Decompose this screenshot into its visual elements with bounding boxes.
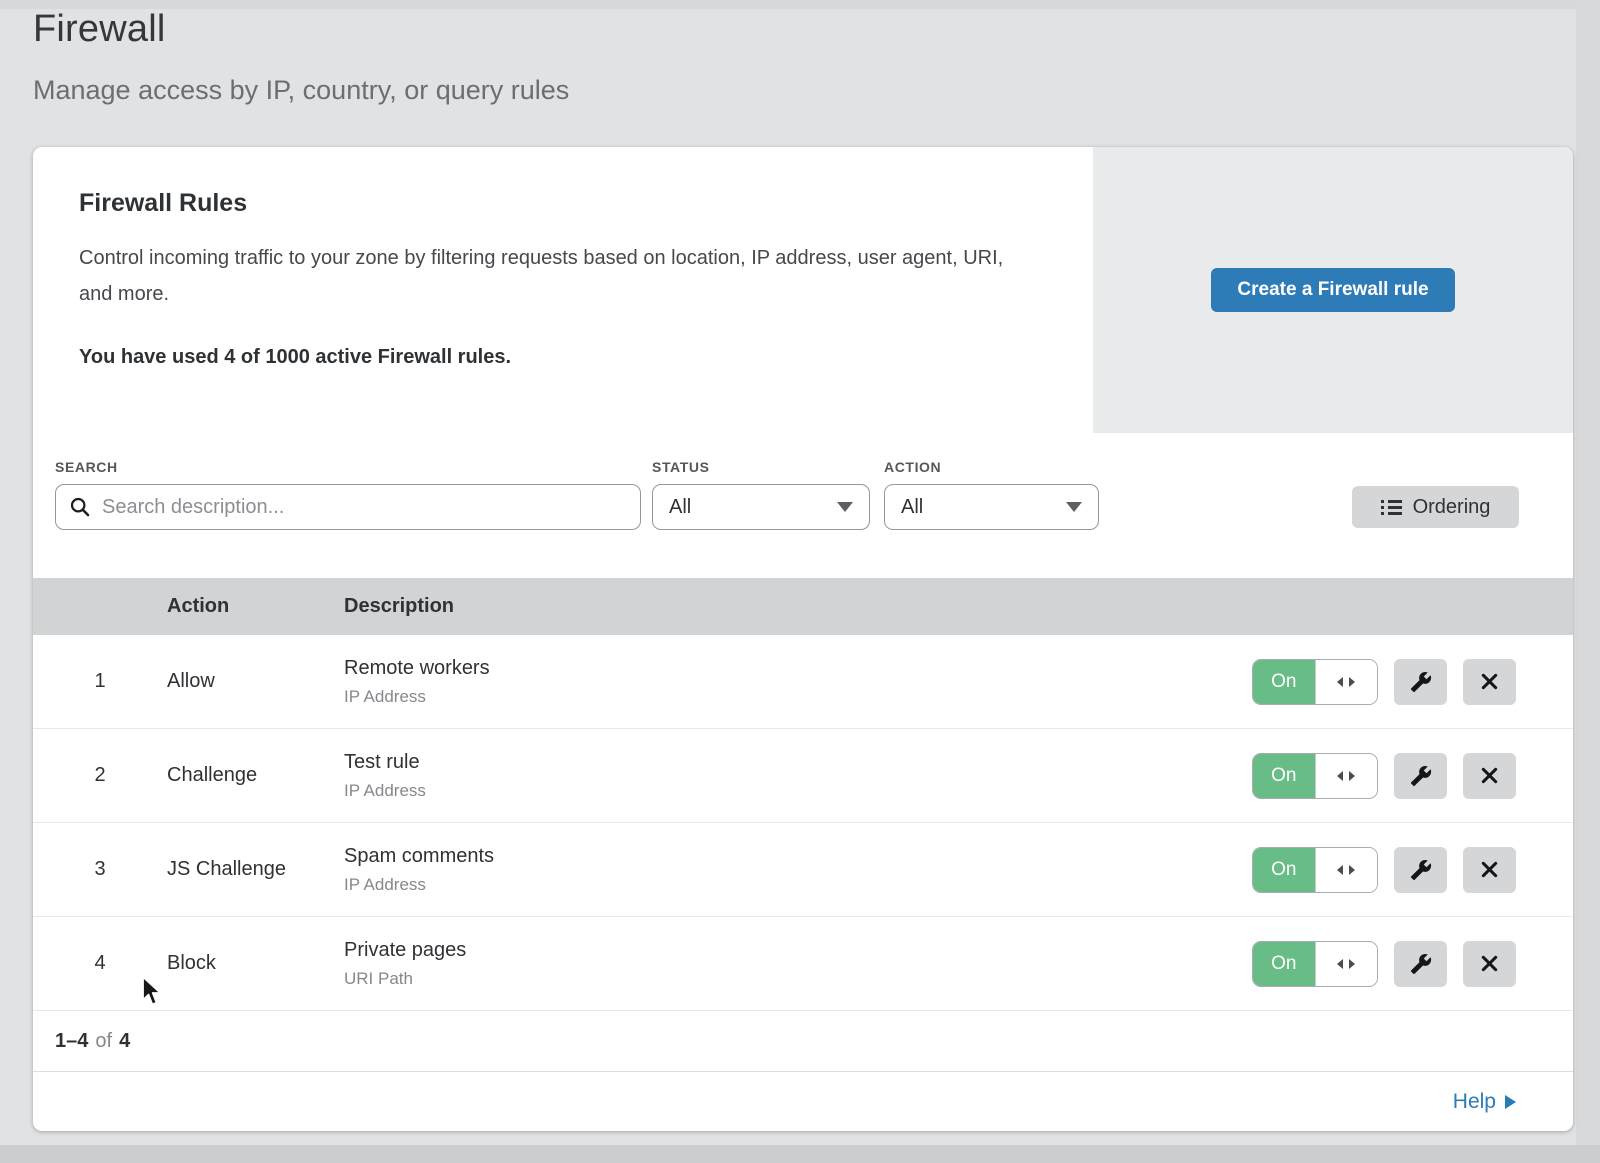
wrench-icon bbox=[1410, 953, 1432, 975]
ordering-button[interactable]: Ordering bbox=[1352, 486, 1519, 528]
toggle-on-label: On bbox=[1253, 848, 1315, 892]
rule-controls: On bbox=[1252, 659, 1516, 705]
rule-enabled-toggle[interactable]: On bbox=[1252, 659, 1378, 705]
search-icon bbox=[70, 497, 90, 517]
rule-action: Challenge bbox=[167, 764, 344, 787]
edit-rule-button[interactable] bbox=[1394, 847, 1447, 893]
edit-rule-button[interactable] bbox=[1394, 753, 1447, 799]
toggle-handle[interactable] bbox=[1315, 754, 1378, 798]
delete-rule-button[interactable] bbox=[1463, 847, 1516, 893]
rule-controls: On bbox=[1252, 847, 1516, 893]
toggle-handle[interactable] bbox=[1315, 942, 1378, 986]
left-right-arrows-icon bbox=[1336, 676, 1356, 688]
left-right-arrows-icon bbox=[1336, 770, 1356, 782]
delete-rule-button[interactable] bbox=[1463, 753, 1516, 799]
edit-rule-button[interactable] bbox=[1394, 941, 1447, 987]
chevron-down-icon bbox=[837, 502, 853, 512]
pagination-range: 1–4 bbox=[55, 1030, 88, 1053]
rule-enabled-toggle[interactable]: On bbox=[1252, 847, 1378, 893]
search-input[interactable] bbox=[100, 495, 626, 520]
toggle-on-label: On bbox=[1253, 754, 1315, 798]
ordering-button-label: Ordering bbox=[1413, 496, 1491, 519]
window-bottom-edge bbox=[0, 1145, 1600, 1163]
search-field[interactable] bbox=[55, 484, 641, 530]
overview-section: Firewall Rules Control incoming traffic … bbox=[33, 147, 1573, 433]
action-select-value: All bbox=[901, 496, 923, 519]
delete-rule-button[interactable] bbox=[1463, 941, 1516, 987]
page-title: Firewall bbox=[33, 8, 569, 51]
page-header: Firewall Manage access by IP, country, o… bbox=[33, 8, 569, 106]
overview-action-panel: Create a Firewall rule bbox=[1093, 147, 1573, 433]
rule-enabled-toggle[interactable]: On bbox=[1252, 941, 1378, 987]
pagination-of-text: of bbox=[95, 1030, 112, 1053]
filter-bar: SEARCH STATUS All ACTION All Ordering bbox=[33, 433, 1573, 578]
rule-enabled-toggle[interactable]: On bbox=[1252, 753, 1378, 799]
toggle-handle[interactable] bbox=[1315, 660, 1378, 704]
table-row: 4 Block Private pages URI Path On bbox=[33, 917, 1573, 1011]
action-label: ACTION bbox=[884, 459, 941, 475]
delete-rule-button[interactable] bbox=[1463, 659, 1516, 705]
action-select[interactable]: All bbox=[884, 484, 1099, 530]
edit-rule-button[interactable] bbox=[1394, 659, 1447, 705]
chevron-down-icon bbox=[1066, 502, 1082, 512]
section-heading: Firewall Rules bbox=[79, 189, 1053, 218]
rule-action: Allow bbox=[167, 670, 344, 693]
close-icon bbox=[1480, 860, 1499, 879]
status-label: STATUS bbox=[652, 459, 710, 475]
help-row: Help bbox=[33, 1072, 1573, 1131]
rule-controls: On bbox=[1252, 941, 1516, 987]
help-link[interactable]: Help bbox=[1453, 1090, 1516, 1114]
action-column-header: Action bbox=[167, 595, 344, 618]
table-row: 3 JS Challenge Spam comments IP Address … bbox=[33, 823, 1573, 917]
table-header: Action Description bbox=[33, 578, 1573, 635]
toggle-on-label: On bbox=[1253, 942, 1315, 986]
pagination-total: 4 bbox=[119, 1030, 130, 1053]
create-firewall-rule-button[interactable]: Create a Firewall rule bbox=[1211, 268, 1454, 312]
rule-priority: 3 bbox=[33, 858, 167, 881]
page-subtitle: Manage access by IP, country, or query r… bbox=[33, 75, 569, 106]
status-select-value: All bbox=[669, 496, 691, 519]
ordered-list-icon bbox=[1381, 499, 1402, 516]
toggle-handle[interactable] bbox=[1315, 848, 1378, 892]
table-row: 1 Allow Remote workers IP Address On bbox=[33, 635, 1573, 729]
firewall-rules-card: Firewall Rules Control incoming traffic … bbox=[33, 147, 1573, 1131]
help-link-label: Help bbox=[1453, 1090, 1496, 1114]
rule-priority: 1 bbox=[33, 670, 167, 693]
overview-text-panel: Firewall Rules Control incoming traffic … bbox=[33, 147, 1093, 433]
left-right-arrows-icon bbox=[1336, 958, 1356, 970]
close-icon bbox=[1480, 954, 1499, 973]
pagination-summary: 1–4 of 4 bbox=[33, 1011, 1573, 1072]
left-right-arrows-icon bbox=[1336, 864, 1356, 876]
wrench-icon bbox=[1410, 765, 1432, 787]
close-icon bbox=[1480, 672, 1499, 691]
close-icon bbox=[1480, 766, 1499, 785]
rule-controls: On bbox=[1252, 753, 1516, 799]
usage-note: You have used 4 of 1000 active Firewall … bbox=[79, 346, 1053, 369]
wrench-icon bbox=[1410, 859, 1432, 881]
rule-priority: 2 bbox=[33, 764, 167, 787]
chevron-right-icon bbox=[1505, 1095, 1516, 1109]
window-right-edge bbox=[1576, 0, 1600, 1163]
toggle-on-label: On bbox=[1253, 660, 1315, 704]
section-description: Control incoming traffic to your zone by… bbox=[79, 240, 1029, 312]
rule-action: JS Challenge bbox=[167, 858, 344, 881]
rule-action: Block bbox=[167, 952, 344, 975]
wrench-icon bbox=[1410, 671, 1432, 693]
table-row: 2 Challenge Test rule IP Address On bbox=[33, 729, 1573, 823]
rule-priority: 4 bbox=[33, 952, 167, 975]
search-label: SEARCH bbox=[55, 459, 118, 475]
description-column-header: Description bbox=[344, 595, 1573, 618]
status-select[interactable]: All bbox=[652, 484, 870, 530]
